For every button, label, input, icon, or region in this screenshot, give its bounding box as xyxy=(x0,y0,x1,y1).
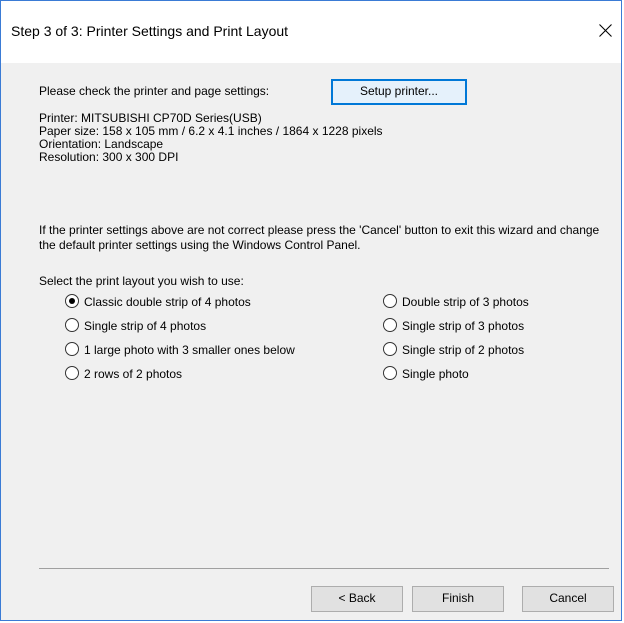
radio-circle[interactable] xyxy=(65,342,79,356)
setup-printer-button[interactable]: Setup printer... xyxy=(331,79,467,105)
dialog-content: Please check the printer and page settin… xyxy=(1,63,621,620)
printer-info: Printer: MITSUBISHI CP70D Series(USB) Pa… xyxy=(39,112,383,164)
radio-circle[interactable] xyxy=(65,294,79,308)
finish-button[interactable]: Finish xyxy=(412,586,504,612)
window-title: Step 3 of 3: Printer Settings and Print … xyxy=(11,23,289,39)
radio-label[interactable]: 2 rows of 2 photos xyxy=(84,367,182,381)
title-bar: Step 3 of 3: Printer Settings and Print … xyxy=(1,1,621,63)
layout-select-label: Select the print layout you wish to use: xyxy=(39,274,244,288)
radio-label[interactable]: Classic double strip of 4 photos xyxy=(84,295,251,309)
printer-check-label: Please check the printer and page settin… xyxy=(39,84,270,98)
close-button[interactable] xyxy=(589,15,621,47)
cancel-button[interactable]: Cancel xyxy=(522,586,614,612)
radio-circle[interactable] xyxy=(383,342,397,356)
radio-label[interactable]: Single strip of 2 photos xyxy=(402,343,524,357)
radio-label[interactable]: Single strip of 3 photos xyxy=(402,319,524,333)
radio-selected-dot xyxy=(69,298,75,304)
footer-separator xyxy=(39,568,609,569)
radio-label[interactable]: Double strip of 3 photos xyxy=(402,295,529,309)
radio-circle[interactable] xyxy=(383,366,397,380)
close-icon xyxy=(599,24,612,37)
resolution: Resolution: 300 x 300 DPI xyxy=(39,150,179,164)
radio-circle[interactable] xyxy=(65,366,79,380)
radio-label[interactable]: Single strip of 4 photos xyxy=(84,319,206,333)
radio-circle[interactable] xyxy=(383,294,397,308)
back-button[interactable]: < Back xyxy=(311,586,403,612)
wizard-dialog: Step 3 of 3: Printer Settings and Print … xyxy=(0,0,622,621)
radio-label[interactable]: Single photo xyxy=(402,367,469,381)
radio-label[interactable]: 1 large photo with 3 smaller ones below xyxy=(84,343,295,357)
radio-circle[interactable] xyxy=(383,318,397,332)
settings-warning: If the printer settings above are not co… xyxy=(39,223,600,252)
radio-circle[interactable] xyxy=(65,318,79,332)
